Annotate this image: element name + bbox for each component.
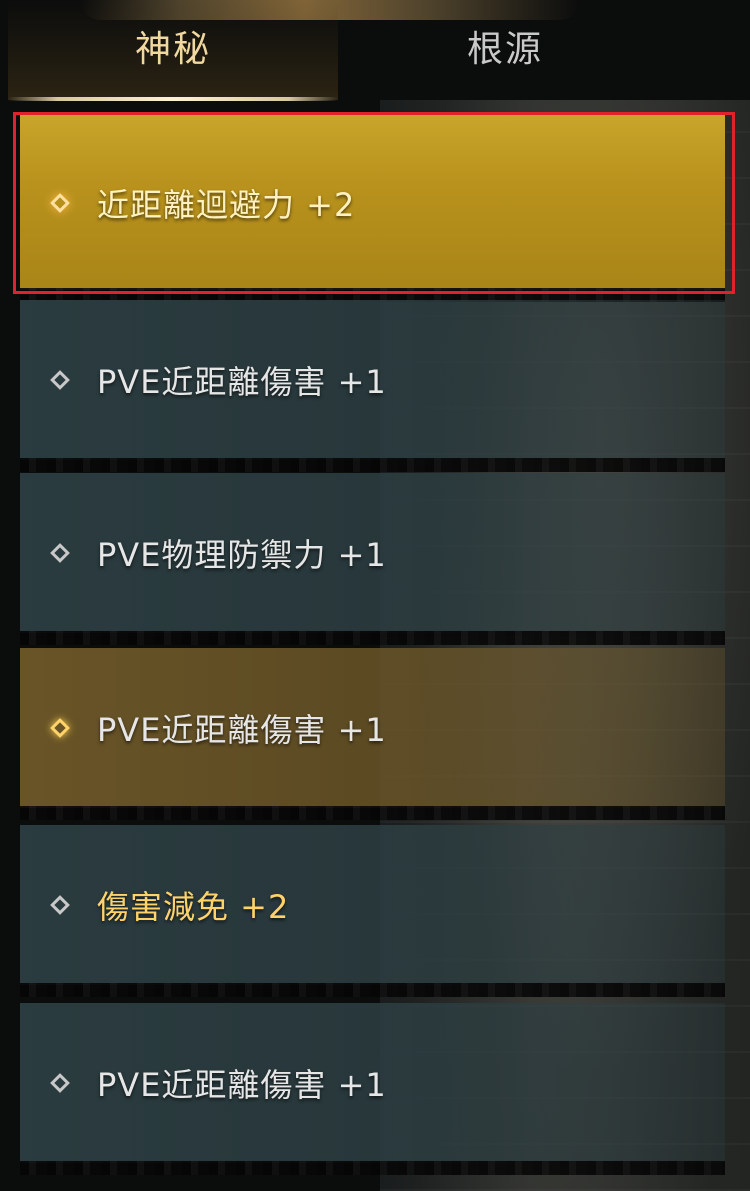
diamond-icon [50,192,70,213]
list-item-label: 傷害減免 +2 [97,888,290,926]
list-item[interactable]: 近距離迴避力 +2 [20,115,725,302]
list-item[interactable]: 傷害減免 +2 [20,825,725,997]
active-tab-underline [8,97,338,101]
list-item-label: PVE物理防禦力 +1 [97,536,387,574]
list-item-label: PVE近距離傷害 +1 [97,711,387,749]
diamond-icon [50,718,70,738]
tab-mystery-label: 神秘 [134,29,211,70]
list-item[interactable]: PVE近距離傷害 +1 [20,300,725,472]
list-item[interactable]: PVE近距離傷害 +1 [20,1003,725,1175]
list-item[interactable]: PVE物理防禦力 +1 [20,473,725,645]
diamond-icon [50,895,70,915]
diamond-icon [50,370,70,390]
list-item-label: PVE近距離傷害 +1 [97,363,387,401]
diamond-icon [50,543,70,563]
tab-mystery[interactable]: 神秘 [8,0,338,100]
tab-origin-label: 根源 [466,29,543,70]
list-item-label: 近距離迴避力 +2 [97,185,356,224]
tab-bar: 神秘 根源 [0,0,750,105]
list-item[interactable]: PVE近距離傷害 +1 [20,648,725,820]
list-item-label: PVE近距離傷害 +1 [97,1066,387,1104]
diamond-icon [50,1073,70,1093]
tab-origin[interactable]: 根源 [340,0,670,100]
